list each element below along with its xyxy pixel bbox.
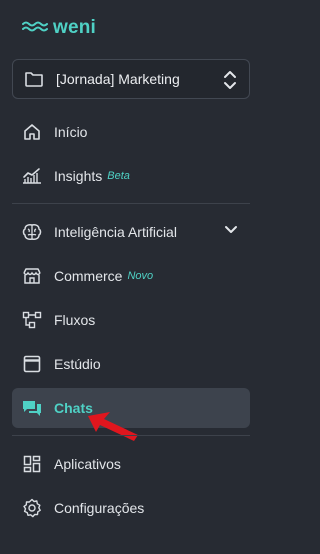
beta-badge: Beta bbox=[107, 170, 130, 182]
logo-text: weni bbox=[53, 17, 97, 38]
nav-item-configuracoes[interactable]: Configurações bbox=[12, 488, 250, 528]
nav-item-insights[interactable]: Insights Beta bbox=[12, 156, 250, 196]
chart-line-icon bbox=[22, 166, 42, 186]
divider bbox=[12, 435, 250, 436]
flow-icon bbox=[22, 310, 42, 330]
window-icon bbox=[22, 354, 42, 374]
nav-item-aplicativos[interactable]: Aplicativos bbox=[12, 444, 250, 484]
nav-item-inteligencia-artificial[interactable]: Inteligência Artificial bbox=[12, 212, 250, 252]
novo-badge: Novo bbox=[127, 270, 154, 282]
apps-icon bbox=[22, 454, 42, 474]
nav-label-configuracoes: Configurações bbox=[54, 500, 145, 516]
nav-label-inicio: Início bbox=[54, 124, 88, 140]
nav-label-estudio: Estúdio bbox=[54, 356, 101, 372]
nav-item-inicio[interactable]: Início bbox=[12, 112, 250, 152]
chat-bubbles-icon bbox=[22, 398, 42, 418]
nav-label-insights: Insights bbox=[54, 168, 103, 184]
weni-logo[interactable]: weni bbox=[22, 17, 97, 38]
divider bbox=[12, 203, 250, 204]
store-icon bbox=[22, 266, 42, 286]
weni-waves-icon bbox=[22, 21, 48, 32]
chevron-down-icon[interactable] bbox=[224, 223, 238, 237]
home-icon bbox=[22, 122, 42, 142]
nav-label-aplicativos: Aplicativos bbox=[54, 456, 121, 472]
nav-label-fluxos: Fluxos bbox=[54, 312, 96, 328]
project-name: [Jornada] Marketing bbox=[56, 71, 180, 87]
nav-item-estudio[interactable]: Estúdio bbox=[12, 344, 250, 384]
nav-item-fluxos[interactable]: Fluxos bbox=[12, 300, 250, 340]
nav-item-commerce[interactable]: Commerce Novo bbox=[12, 256, 250, 296]
folder-icon bbox=[25, 72, 43, 87]
sidebar: weni [Jornada] Marketing Início Insights… bbox=[0, 0, 261, 554]
nav-label-commerce: Commerce bbox=[54, 268, 123, 284]
brain-icon bbox=[22, 222, 42, 242]
gear-icon bbox=[22, 498, 42, 518]
annotation-arrow-icon bbox=[88, 412, 138, 441]
nav-label-inteligencia-artificial: Inteligência Artificial bbox=[54, 224, 177, 240]
project-selector[interactable]: [Jornada] Marketing bbox=[12, 59, 250, 99]
chevron-up-down-icon bbox=[224, 71, 236, 89]
